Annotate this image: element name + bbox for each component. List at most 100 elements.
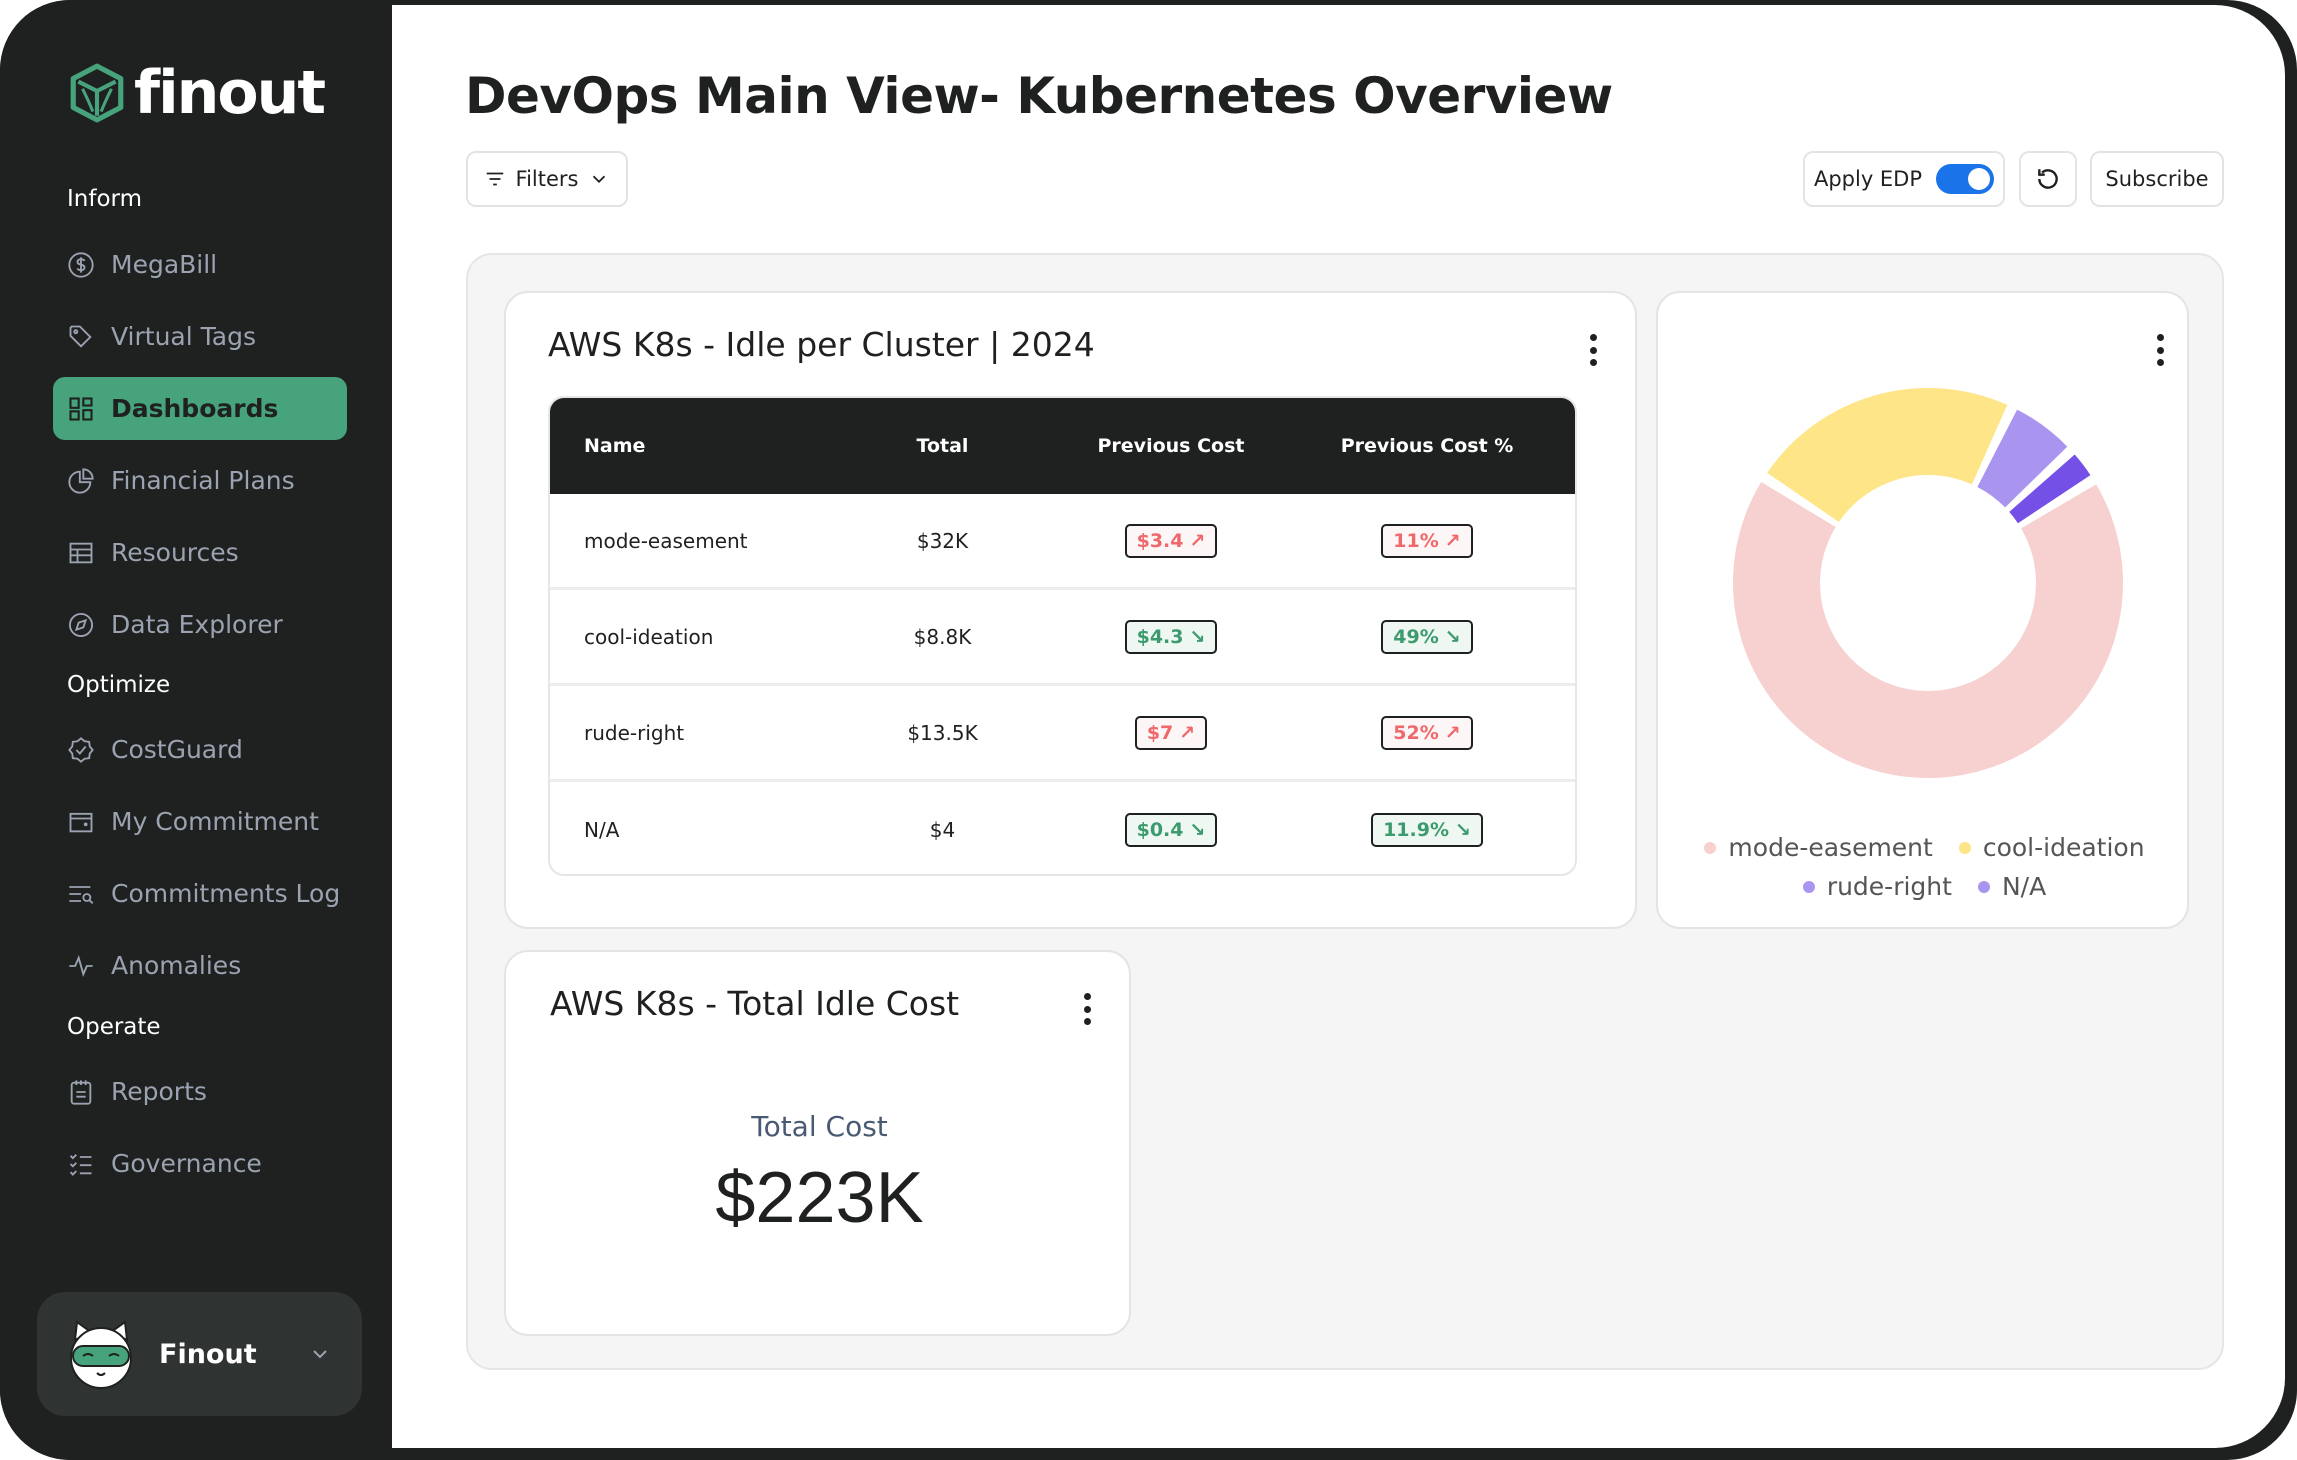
- more-options-icon[interactable]: [1077, 989, 1097, 1029]
- badge-value: 11%: [1393, 529, 1439, 552]
- cell-previous-cost: $3.4 ↗: [1035, 523, 1307, 558]
- legend-item[interactable]: N/A: [1977, 872, 2047, 901]
- legend-item[interactable]: cool-ideation: [1958, 833, 2145, 862]
- sidebar-item-resources[interactable]: Resources: [53, 521, 347, 584]
- column-header-name[interactable]: Name: [550, 435, 850, 457]
- table-row[interactable]: rude-right $13.5K $7 ↗ 52% ↗: [550, 686, 1575, 782]
- trend-up-icon: ↗: [1189, 529, 1206, 552]
- legend-label: mode-easement: [1728, 833, 1933, 862]
- pulse-icon: [67, 952, 95, 980]
- wallet-icon: [67, 808, 95, 836]
- filters-button[interactable]: Filters: [466, 151, 628, 207]
- legend-item[interactable]: mode-easement: [1704, 833, 1933, 862]
- badge-value: $7: [1146, 721, 1174, 744]
- column-header-previous-cost-pct[interactable]: Previous Cost %: [1307, 435, 1547, 457]
- cell-name: rude-right: [584, 720, 685, 745]
- user-name: Finout: [159, 1338, 257, 1370]
- donut-slice-cool-ideation[interactable]: [1767, 388, 2008, 522]
- legend-label: cool-ideation: [1982, 833, 2145, 862]
- sidebar-item-anomalies[interactable]: Anomalies: [53, 934, 347, 997]
- cell-previous-cost: $4.3 ↘: [1035, 619, 1307, 654]
- sidebar-item-label: Anomalies: [111, 951, 242, 980]
- cell-name: N/A: [584, 818, 620, 842]
- trend-badge: $3.4 ↗: [1124, 523, 1218, 558]
- sidebar-item-financial-plans[interactable]: Financial Plans: [53, 449, 347, 512]
- page-title: DevOps Main View- Kubernetes Overview: [465, 67, 1613, 125]
- cell-previous-cost: $7 ↗: [1035, 715, 1307, 750]
- apply-edp-label: Apply EDP: [1813, 167, 1923, 191]
- badge-check-icon: [67, 736, 95, 764]
- badge-value: 11.9%: [1383, 819, 1449, 841]
- trend-badge: 11% ↗: [1381, 523, 1473, 558]
- legend-dot: [1977, 880, 1990, 893]
- table-row[interactable]: cool-ideation $8.8K $4.3 ↘ 49% ↘: [550, 590, 1575, 686]
- trend-badge: $0.4 ↘: [1124, 813, 1218, 847]
- cell-name: mode-easement: [584, 528, 748, 553]
- sidebar-item-my-commitment[interactable]: My Commitment: [53, 790, 347, 853]
- badge-value: $4.3: [1136, 625, 1184, 648]
- checklist-icon: [67, 1150, 95, 1178]
- sidebar-item-governance[interactable]: Governance: [53, 1132, 347, 1195]
- brand-name: finout: [134, 58, 326, 128]
- sidebar-item-label: Commitments Log: [111, 879, 341, 908]
- table-row[interactable]: N/A $4 $0.4 ↘ 11.9% ↘: [550, 782, 1575, 874]
- reset-button[interactable]: [2019, 151, 2077, 207]
- trend-badge: 49% ↘: [1381, 619, 1473, 654]
- apply-edp-toggle[interactable]: [1936, 164, 1995, 194]
- compass-icon: [67, 611, 95, 639]
- trend-up-icon: ↗: [1179, 721, 1196, 744]
- more-options-icon[interactable]: [1583, 330, 1603, 370]
- refresh-icon: [2038, 169, 2058, 189]
- user-menu[interactable]: Finout: [37, 1292, 362, 1416]
- finout-logo[interactable]: finout: [66, 58, 326, 128]
- sidebar-item-costguard[interactable]: CostGuard: [53, 718, 347, 781]
- chart-legend: mode-easement cool-ideation rude-right N/A: [1658, 833, 2191, 901]
- trend-badge: $4.3 ↘: [1124, 619, 1218, 654]
- sidebar-item-label: Reports: [111, 1077, 207, 1106]
- filter-icon: [486, 172, 503, 186]
- trend-up-icon: ↗: [1444, 721, 1461, 744]
- badge-value: $3.4: [1136, 529, 1184, 552]
- idle-table: Name Total Previous Cost Previous Cost %…: [548, 396, 1577, 876]
- legend-label: N/A: [2001, 872, 2047, 901]
- cube-logo-icon: [70, 63, 124, 123]
- donut-slice-mode-easement[interactable]: [1733, 481, 2123, 778]
- subscribe-button[interactable]: Subscribe: [2090, 151, 2224, 207]
- widget-idle-per-cluster: AWS K8s - Idle per Cluster | 2024 Name T…: [504, 291, 1637, 929]
- section-label-inform: Inform: [67, 186, 142, 212]
- chevron-down-icon: [593, 175, 606, 184]
- dashboard-canvas: AWS K8s - Idle per Cluster | 2024 Name T…: [466, 253, 2224, 1370]
- cell-previous-cost-pct: 52% ↗: [1307, 715, 1547, 750]
- main-content: DevOps Main View- Kubernetes Overview Fi…: [392, 5, 2285, 1448]
- sidebar-item-data-explorer[interactable]: Data Explorer: [53, 593, 347, 656]
- more-options-icon[interactable]: [2150, 330, 2170, 370]
- widget-title: AWS K8s - Idle per Cluster | 2024: [548, 325, 1095, 364]
- widget-idle-donut: mode-easement cool-ideation rude-right N/A: [1656, 291, 2189, 929]
- sidebar-item-dashboards[interactable]: Dashboards: [53, 377, 347, 440]
- column-header-previous-cost[interactable]: Previous Cost: [1035, 435, 1307, 457]
- sidebar-item-reports[interactable]: Reports: [53, 1060, 347, 1123]
- app-frame: finout Inform MegaBill Virtual Tags Dash…: [0, 0, 2297, 1460]
- cat-avatar-icon: [70, 1320, 132, 1389]
- sidebar-item-label: My Commitment: [111, 807, 319, 836]
- table-body: mode-easement $32K $3.4 ↗ 11% ↗ cool-ideation $…: [550, 494, 1575, 874]
- sidebar-item-megabill[interactable]: MegaBill: [53, 233, 347, 296]
- sidebar-item-label: CostGuard: [111, 735, 243, 764]
- cell-previous-cost-pct: 49% ↘: [1307, 619, 1547, 654]
- sidebar-item-virtual-tags[interactable]: Virtual Tags: [53, 305, 347, 368]
- table-icon: [67, 539, 95, 567]
- trend-up-icon: ↗: [1444, 529, 1461, 552]
- legend-label: rude-right: [1826, 872, 1952, 901]
- dollar-circle-icon: [67, 251, 95, 279]
- legend-item[interactable]: rude-right: [1802, 872, 1952, 901]
- badge-value: 49%: [1393, 625, 1439, 648]
- trend-badge: $7 ↗: [1134, 715, 1208, 750]
- column-header-total[interactable]: Total: [850, 435, 1035, 457]
- widget-title: AWS K8s - Total Idle Cost: [550, 984, 960, 1023]
- table-row[interactable]: mode-easement $32K $3.4 ↗ 11% ↗: [550, 494, 1575, 590]
- clipboard-icon: [67, 1078, 95, 1106]
- sidebar-item-commitments-log[interactable]: Commitments Log: [53, 862, 347, 925]
- badge-value: 52%: [1393, 721, 1439, 744]
- kpi-label: Total Cost: [751, 1110, 888, 1143]
- sidebar-item-label: MegaBill: [111, 250, 218, 279]
